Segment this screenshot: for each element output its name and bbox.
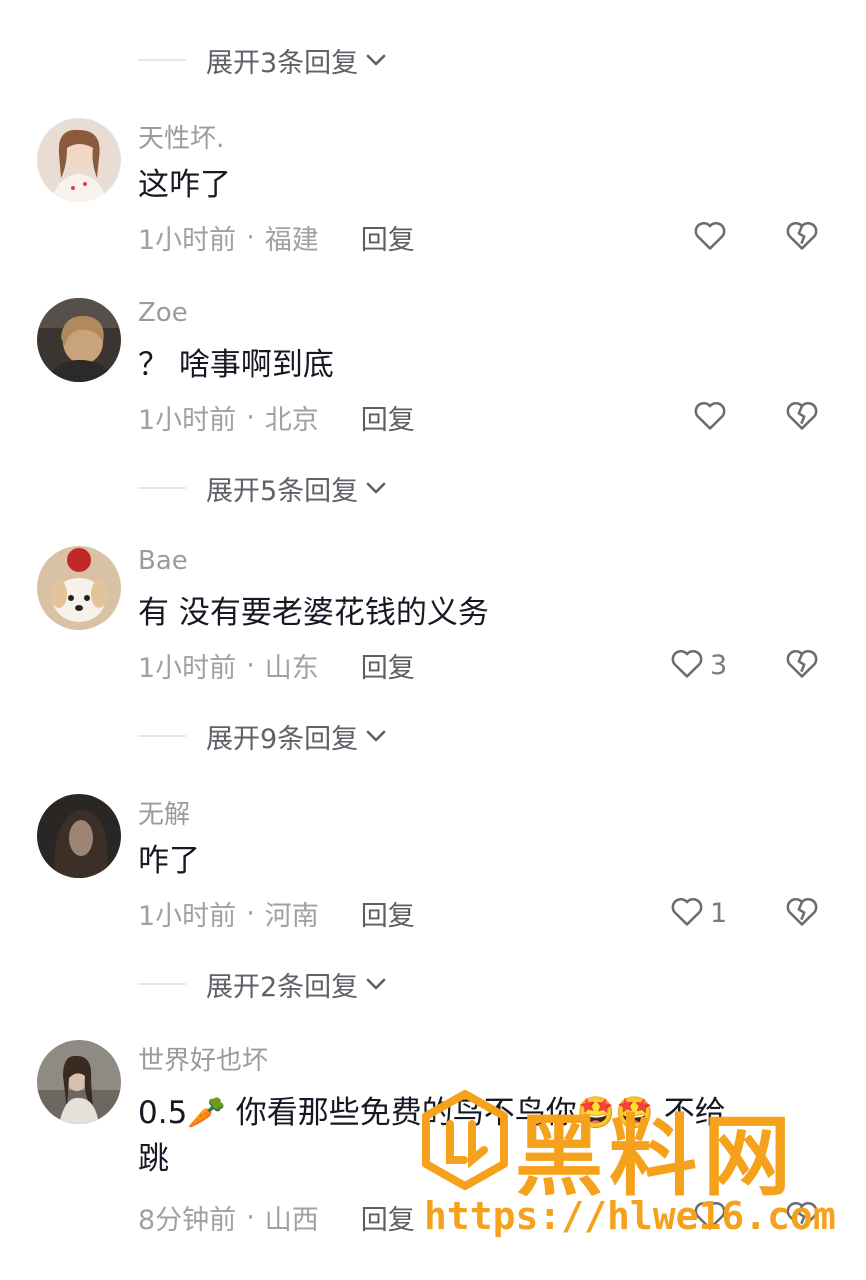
comment-text: 咋了 xyxy=(138,843,200,879)
location: 北京 xyxy=(264,405,319,436)
avatar[interactable] xyxy=(37,1040,121,1124)
like-button[interactable] xyxy=(691,216,729,258)
time: 1小时前 xyxy=(138,653,237,684)
like-button[interactable] xyxy=(691,396,729,438)
dislike-button[interactable] xyxy=(783,644,821,686)
expand-replies-label: 展开3条回复 xyxy=(206,47,359,79)
chevron-down-icon xyxy=(364,724,388,748)
avatar[interactable] xyxy=(37,118,121,202)
like-button[interactable]: 1 xyxy=(668,892,727,934)
divider xyxy=(138,59,186,61)
expand-replies[interactable]: 展开3条回复 xyxy=(138,40,388,80)
comment-text: ？ 啥事啊到底 xyxy=(138,347,334,383)
expand-replies[interactable]: 展开9条回复 xyxy=(138,716,388,756)
username[interactable]: 世界好也坏 xyxy=(138,1040,268,1077)
reply-button[interactable]: 回复 xyxy=(361,1198,415,1237)
dislike-button[interactable] xyxy=(783,396,821,438)
chevron-down-icon xyxy=(364,48,388,72)
expand-replies-label: 展开5条回复 xyxy=(206,475,359,507)
time: 8分钟前 xyxy=(138,1205,237,1236)
heart-icon xyxy=(691,216,729,258)
broken-heart-icon xyxy=(783,897,821,934)
reply-button[interactable]: 回复 xyxy=(361,218,415,257)
comment-meta: 1小时前 · 山东 回复 xyxy=(138,646,415,685)
heart-icon xyxy=(668,644,706,686)
comment-meta: 1小时前 · 河南 回复 xyxy=(138,894,415,933)
username[interactable]: 无解 xyxy=(138,794,190,831)
reply-button[interactable]: 回复 xyxy=(361,646,415,685)
heart-icon xyxy=(668,892,706,934)
separator: · xyxy=(246,898,255,929)
separator: · xyxy=(246,650,255,681)
expand-replies-label: 展开2条回复 xyxy=(206,971,359,1003)
watermark: 黑料网 https://hlwe16.com xyxy=(418,1086,838,1246)
watermark-url: https://hlwe16.com xyxy=(424,1194,836,1238)
avatar[interactable] xyxy=(37,546,121,630)
avatar[interactable] xyxy=(37,794,121,878)
expand-replies[interactable]: 展开2条回复 xyxy=(138,964,388,1004)
divider xyxy=(138,735,186,737)
comment-text: 有 没有要老婆花钱的义务 xyxy=(138,595,489,631)
divider xyxy=(138,487,186,489)
location: 河南 xyxy=(264,901,319,932)
time: 1小时前 xyxy=(138,405,237,436)
chevron-down-icon xyxy=(364,476,388,500)
expand-replies-label: 展开9条回复 xyxy=(206,723,359,755)
avatar[interactable] xyxy=(37,298,121,382)
location: 山西 xyxy=(264,1205,319,1236)
username[interactable]: 天性坏. xyxy=(138,118,224,155)
comment-meta: 1小时前 · 北京 回复 xyxy=(138,398,415,437)
time: 1小时前 xyxy=(138,901,237,932)
like-button[interactable]: 3 xyxy=(668,644,727,686)
heart-icon xyxy=(691,396,729,438)
comment-meta: 1小时前 · 福建 回复 xyxy=(138,218,415,257)
separator: · xyxy=(246,222,255,253)
username[interactable]: Bae xyxy=(138,546,188,576)
broken-heart-icon xyxy=(783,401,821,438)
reply-button[interactable]: 回复 xyxy=(361,894,415,933)
comment-meta: 8分钟前 · 山西 回复 xyxy=(138,1198,415,1237)
reply-button[interactable]: 回复 xyxy=(361,398,415,437)
dislike-button[interactable] xyxy=(783,216,821,258)
chevron-down-icon xyxy=(364,972,388,996)
time: 1小时前 xyxy=(138,225,237,256)
broken-heart-icon xyxy=(783,221,821,258)
separator: · xyxy=(246,402,255,433)
comment-text: 这咋了 xyxy=(138,167,231,203)
divider xyxy=(138,983,186,985)
username[interactable]: Zoe xyxy=(138,298,188,328)
broken-heart-icon xyxy=(783,649,821,686)
expand-replies[interactable]: 展开5条回复 xyxy=(138,468,388,508)
watermark-logo-icon xyxy=(422,1090,508,1190)
location: 山东 xyxy=(264,653,319,684)
dislike-button[interactable] xyxy=(783,892,821,934)
like-count: 1 xyxy=(710,897,728,929)
like-count: 3 xyxy=(710,649,728,681)
separator: · xyxy=(246,1202,255,1233)
location: 福建 xyxy=(264,225,319,256)
